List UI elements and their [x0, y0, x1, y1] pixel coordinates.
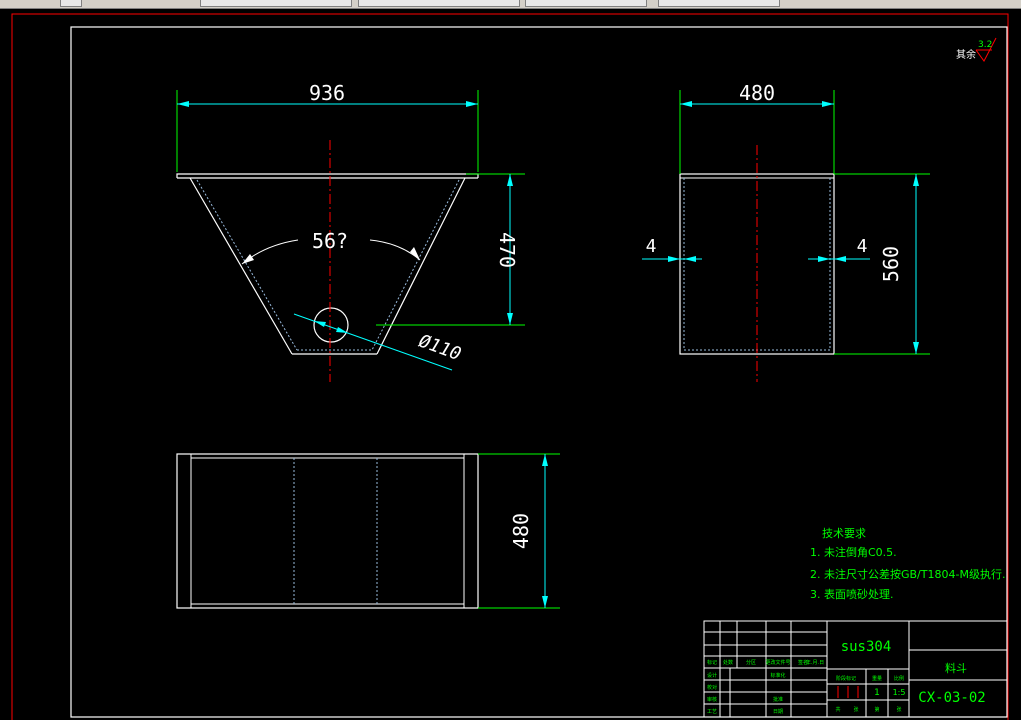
tech-item: 1. 未注倒角C0.5. [810, 545, 897, 559]
dim-arrow [177, 101, 189, 107]
top-outline [176, 453, 479, 609]
dim-arrow [913, 342, 919, 354]
tb-mid-label: 日期 [773, 709, 783, 715]
dim-front-height: 470 [495, 232, 519, 268]
front-outer-left [189, 177, 293, 355]
toolbar-tab[interactable] [525, 0, 647, 7]
tb-sheet-label: 第 [874, 706, 879, 713]
toolbar-tab[interactable] [658, 0, 780, 7]
top-dimensions: 480 [478, 453, 560, 609]
dim-arrow [668, 256, 680, 262]
tech-item: 2. 未注尺寸公差按GB/T1804-M级执行. [810, 567, 1005, 581]
dim-side-width: 480 [739, 81, 775, 105]
toolbar-tab[interactable] [358, 0, 520, 7]
stage-marks [837, 686, 859, 698]
tb-sheet-label: 张 [853, 706, 858, 713]
dim-arrow [542, 454, 548, 466]
dim-arrow [680, 101, 692, 107]
dim-arrow [336, 327, 348, 333]
dim-arrow [466, 101, 478, 107]
dim-side-height: 560 [879, 246, 903, 282]
tb-row-label: 年.月.日 [806, 659, 824, 666]
tb-row-label: 更改文件号 [765, 659, 790, 666]
roughness-value: 3.2 [978, 40, 992, 50]
dim-arrow [507, 174, 513, 186]
roughness-label: 其余 [956, 48, 976, 61]
front-outer-right [376, 177, 466, 355]
side-view [679, 145, 835, 382]
dim-side-wall-left: 4 [646, 236, 657, 257]
dim-top-depth: 480 [509, 513, 533, 549]
dim-arrow [913, 174, 919, 186]
tb-stage-label: 重量 [872, 675, 882, 682]
dim-front-width: 936 [309, 81, 345, 105]
tb-left-label: 校对 [707, 684, 717, 691]
cad-drawing[interactable]: 936 470 56? Ø110 480 560 4 4 480 其余 3.2 … [0, 9, 1021, 720]
tb-scale: 1:5 [893, 688, 906, 697]
tech-requirements: 技术要求 1. 未注倒角C0.5. 2. 未注尺寸公差按GB/T1804-M级执… [810, 527, 1005, 601]
dim-arrow [542, 596, 548, 608]
dim-arrow [822, 101, 834, 107]
dim-arrow [834, 256, 846, 262]
tb-mid-label: 标准化 [770, 672, 785, 679]
tb-left-label: 设计 [707, 672, 717, 679]
tb-left-label: 审核 [707, 696, 717, 703]
tb-stage-label: 比例 [894, 675, 904, 682]
dim-arrow [507, 313, 513, 325]
dim-arrow [818, 256, 830, 262]
dim-arrow [684, 256, 696, 262]
tb-mid-label: 批准 [773, 696, 783, 703]
front-hole [313, 307, 349, 343]
tb-row-label: 标记 [707, 659, 717, 666]
dim-side-wall-right: 4 [857, 236, 868, 257]
toolbar-tab[interactable] [200, 0, 352, 7]
tb-row-label: 分区 [746, 659, 756, 666]
front-inner-left [196, 179, 298, 351]
tb-part-name: 料斗 [945, 661, 967, 675]
tb-drawing-no: CX-03-02 [918, 690, 985, 706]
dim-front-angle: 56? [312, 229, 348, 253]
tb-sheet-label: 张 [896, 706, 901, 713]
tb-stage-label: 阶段标记 [836, 675, 856, 682]
front-dimensions: 936 470 56? Ø110 [176, 81, 525, 371]
tb-sheet-label: 共 [835, 706, 840, 713]
side-dimensions: 480 560 4 4 [642, 81, 930, 355]
dim-arrow [314, 321, 326, 327]
tb-quantity: 1 [874, 688, 880, 698]
toolbar-strip [0, 0, 1021, 9]
tb-row-label: 处数 [723, 659, 733, 666]
outer-border [11, 13, 1009, 720]
drawing-frame [70, 26, 1008, 718]
dim-arrow [242, 254, 254, 264]
tech-title: 技术要求 [822, 527, 866, 540]
top-view [176, 453, 479, 609]
tb-material: sus304 [841, 639, 892, 655]
tech-item: 3. 表面喷砂处理. [810, 587, 894, 601]
roughness-symbol: 其余 3.2 [956, 37, 997, 62]
tb-left-label: 工艺 [707, 709, 717, 715]
toolbar-tab[interactable] [60, 0, 82, 7]
